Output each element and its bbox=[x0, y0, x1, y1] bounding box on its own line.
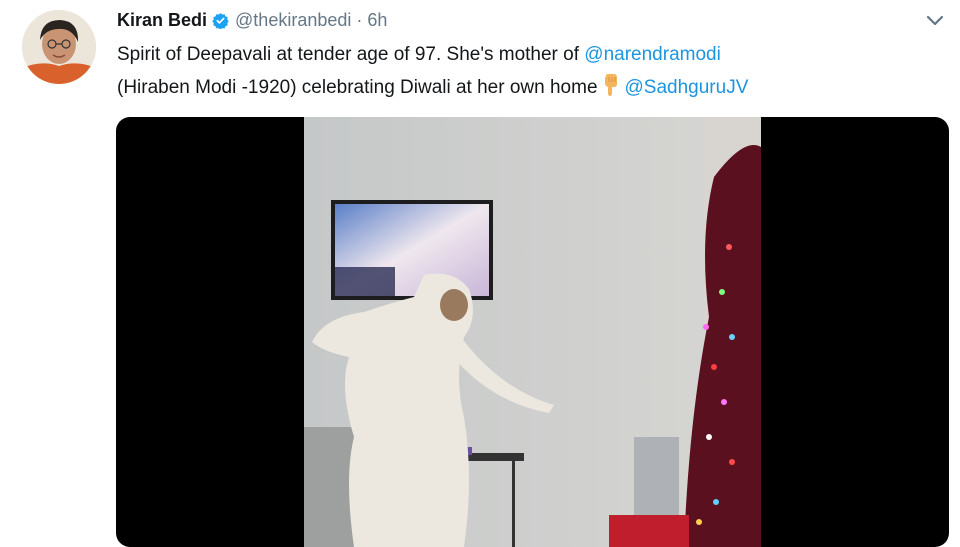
separator: · bbox=[356, 9, 363, 30]
tweet-header: Kiran Bedi @thekiranbedi · 6h bbox=[117, 8, 387, 32]
tweet-text-part: Spirit of Deepavali at tender age of 97.… bbox=[117, 44, 585, 65]
video-frame bbox=[304, 117, 761, 547]
avatar-image bbox=[22, 10, 96, 84]
avatar[interactable] bbox=[22, 10, 96, 84]
tweet-text-part: (Hiraben Modi -1920) celebrating Diwali … bbox=[117, 77, 598, 98]
verified-badge-icon bbox=[212, 12, 229, 29]
mention-link-narendramodi[interactable]: @narendramodi bbox=[584, 44, 721, 65]
video-player[interactable] bbox=[116, 117, 949, 547]
tweet-text-line-1: Spirit of Deepavali at tender age of 97.… bbox=[117, 38, 917, 71]
author-handle[interactable]: @thekiranbedi bbox=[235, 10, 351, 31]
tweet-text: Spirit of Deepavali at tender age of 97.… bbox=[117, 38, 917, 107]
chevron-down-icon[interactable] bbox=[922, 10, 948, 32]
tweet-text-line-2: (Hiraben Modi -1920) celebrating Diwali … bbox=[117, 71, 917, 107]
point-down-hand-icon bbox=[602, 74, 620, 107]
author-name[interactable]: Kiran Bedi bbox=[117, 10, 207, 31]
tweet-timestamp[interactable]: 6h bbox=[367, 10, 387, 31]
tweet-card: Kiran Bedi @thekiranbedi · 6h Spirit of … bbox=[0, 0, 960, 547]
mention-link-sadhgurujv[interactable]: @SadhguruJV bbox=[625, 77, 749, 98]
